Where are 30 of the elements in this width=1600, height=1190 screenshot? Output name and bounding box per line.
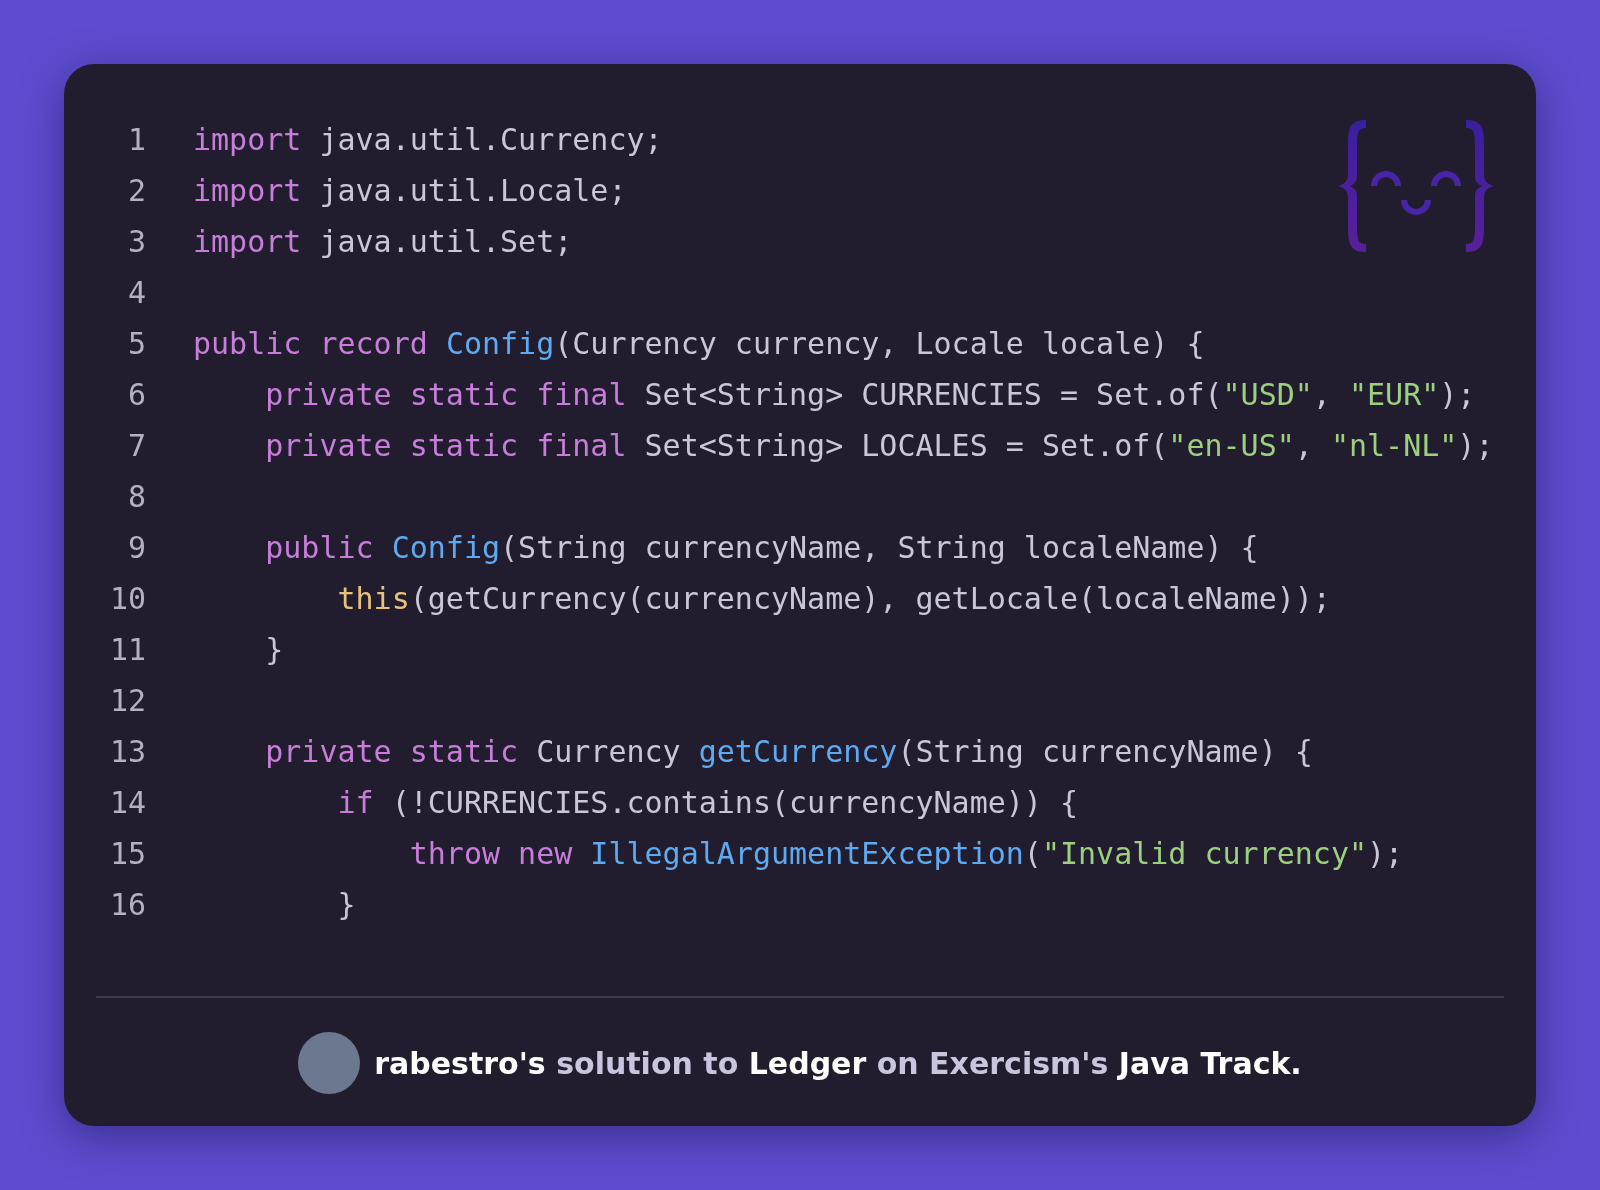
line-number: 8 (126, 479, 146, 514)
solution-caption: rabestro's solution to Ledger on Exercism's Java Track. (374, 1045, 1302, 1081)
line-number: 16 (108, 887, 146, 922)
code-line: public record Config(Currency currency, Locale locale) { (193, 326, 1205, 361)
code-line: public Config(String currencyName, String localeName) { (264, 530, 1259, 565)
code-line: import java.util.Currency; (193, 122, 663, 157)
code-line: import java.util.Set; (193, 224, 573, 259)
line-number: 7 (126, 428, 146, 463)
line-number: 1 (126, 122, 146, 157)
line-number: 11 (108, 632, 146, 667)
line-number: 12 (108, 683, 146, 718)
code-line: import java.util.Locale; (193, 173, 627, 208)
line-number: 5 (126, 326, 146, 361)
code-line: if (!CURRENCIES.contains(currencyName)) { (336, 785, 1079, 820)
line-number: 3 (126, 224, 146, 259)
line-number: 4 (126, 275, 146, 310)
line-number: 6 (126, 377, 146, 412)
code-line: private static final Set<String> CURRENCIES = Set.of("USD", "EUR"); (264, 377, 1476, 412)
code-line: private static final Set<String> LOCALES = Set.of("en-US", "nl-NL"); (264, 428, 1494, 463)
code-line: } (336, 887, 356, 922)
line-number: 10 (108, 581, 146, 616)
code-line: this(getCurrency(currencyName), getLocale(localeName)); (336, 581, 1331, 616)
code-line: } (264, 632, 284, 667)
line-number: 14 (108, 785, 146, 820)
code-line: throw new IllegalArgumentException("Invalid currency"); (408, 836, 1404, 871)
line-number: 13 (108, 734, 146, 769)
line-number: 9 (126, 530, 146, 565)
line-number: 2 (126, 173, 146, 208)
line-number: 15 (108, 836, 146, 871)
code-line: private static Currency getCurrency(String currencyName) { (264, 734, 1313, 769)
